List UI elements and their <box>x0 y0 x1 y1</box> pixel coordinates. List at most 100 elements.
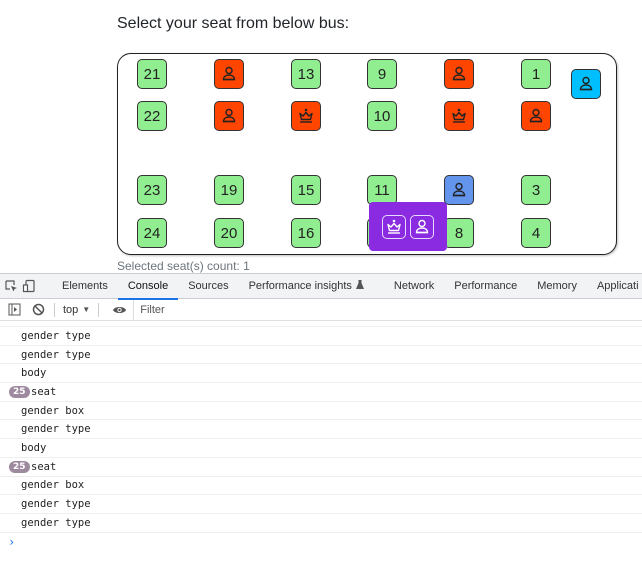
console-line: gender type <box>0 327 642 346</box>
bus-layout: 21222324192013151691011128134 <box>117 53 617 255</box>
console-message: gender type <box>21 329 91 342</box>
devtools-tab-performance[interactable]: Performance <box>444 274 527 299</box>
devtools-tab-applicati[interactable]: Applicati <box>587 274 642 299</box>
console-line: gender type <box>0 514 642 533</box>
seat-16[interactable]: 16 <box>291 218 321 248</box>
live-expression-eye-icon[interactable] <box>109 300 129 320</box>
console-message: seat <box>31 460 57 473</box>
devtools-panel: Elements Console Sources Performance insigh… <box>0 273 642 561</box>
clear-console-icon[interactable] <box>28 300 48 320</box>
experiment-flask-icon <box>355 279 364 292</box>
tab-label: Elements <box>62 279 108 292</box>
sidebar-toggle-icon[interactable] <box>4 300 24 320</box>
devtools-tab-sources[interactable]: Sources <box>178 274 238 299</box>
devtools-tab-memory[interactable]: Memory <box>527 274 587 299</box>
seat-15[interactable]: 15 <box>291 175 321 205</box>
seat-booked-4-top1[interactable] <box>444 101 474 131</box>
context-selector[interactable]: top ▼ <box>61 304 92 316</box>
console-message: gender type <box>21 423 91 436</box>
page-title: Select your seat from below bus: <box>117 15 350 32</box>
console-message: seat <box>31 385 57 398</box>
console-prompt-input[interactable]: › <box>0 533 642 551</box>
console-message: body <box>21 441 47 454</box>
female-crown-icon <box>385 218 403 236</box>
page: Select your seat from below bus: 21 22 23 2… <box>0 0 642 273</box>
male-person-icon <box>220 65 238 83</box>
console-line: gender type <box>0 346 642 365</box>
seat-4[interactable]: 4 <box>521 218 551 248</box>
seat-booked-4-top0[interactable] <box>444 59 474 89</box>
male-person-icon <box>450 181 468 199</box>
tab-label: Applicati <box>596 279 639 292</box>
repeat-count-badge: 25 <box>9 385 30 398</box>
tab-label: Sources <box>188 279 229 292</box>
seat-number: 11 <box>374 181 390 199</box>
console-line: body <box>0 364 642 384</box>
console-output: gender type gender type body 25 seat gender b… <box>0 321 642 551</box>
male-person-icon <box>450 65 468 83</box>
seat-booked-5-top1[interactable] <box>521 101 551 131</box>
male-person-icon <box>527 107 545 125</box>
female-crown-icon <box>450 107 468 125</box>
seat-21[interactable]: 21 <box>137 59 167 89</box>
console-line: gender type <box>0 495 642 514</box>
devtools-tab-elements[interactable]: Elements <box>52 274 118 299</box>
console-line: gender box <box>0 477 642 496</box>
male-person-icon <box>220 107 238 125</box>
seat-number: 8 <box>454 224 464 242</box>
tab-label: Performance insights <box>248 279 352 292</box>
seat-number: 9 <box>377 65 387 83</box>
console-message: gender type <box>21 498 91 511</box>
gender-option-female[interactable] <box>382 214 406 239</box>
gender-popup <box>369 202 447 251</box>
seat-24[interactable]: 24 <box>137 218 167 248</box>
seat-booked-1-top1[interactable] <box>214 101 244 131</box>
console-line: gender type <box>0 420 642 440</box>
driver-seat <box>571 69 601 99</box>
seat-booked-1-top0[interactable] <box>214 59 244 89</box>
console-line: gender box <box>0 402 642 421</box>
devtools-tab-performance-insights[interactable]: Performance insights <box>239 274 374 299</box>
console-message: gender type <box>21 516 91 529</box>
seat-number: 10 <box>373 107 391 125</box>
seat-13[interactable]: 13 <box>291 59 321 89</box>
seat-number: 22 <box>143 107 161 125</box>
console-message: gender box <box>21 479 85 492</box>
seat-9[interactable]: 9 <box>367 59 397 89</box>
device-toolbar-icon[interactable] <box>22 276 36 296</box>
divider <box>54 302 55 317</box>
console-message: gender type <box>21 348 91 361</box>
context-label: top <box>63 303 79 316</box>
console-toolbar: top ▼ Filter <box>0 299 642 321</box>
seat-23[interactable]: 23 <box>137 175 167 205</box>
filter-input[interactable]: Filter <box>133 299 642 320</box>
console-message: body <box>21 367 47 380</box>
selected-count: Selected seat(s) count: 1 <box>117 259 250 273</box>
seat-11[interactable]: 11 <box>367 175 397 205</box>
tab-label: Memory <box>537 279 577 292</box>
console-line: 25 seat <box>0 383 642 402</box>
divider <box>98 302 100 317</box>
gender-option-male[interactable] <box>410 214 434 239</box>
seat-20[interactable]: 20 <box>214 218 244 248</box>
seat-number: 20 <box>220 224 238 242</box>
seat-19[interactable]: 19 <box>214 175 244 205</box>
male-person-icon <box>413 218 431 236</box>
seat-1[interactable]: 1 <box>521 59 551 89</box>
seat-22[interactable]: 22 <box>137 101 167 131</box>
tab-label: Network <box>393 279 435 292</box>
console-line: body <box>0 439 642 458</box>
seat-number: 21 <box>143 65 161 83</box>
seat-selected-4-bottom0[interactable] <box>444 175 474 205</box>
dropdown-arrow-icon: ▼ <box>82 305 91 314</box>
seat-number: 15 <box>297 181 315 199</box>
seat-10[interactable]: 10 <box>367 101 397 131</box>
devtools-tab-network[interactable]: Network <box>384 274 444 299</box>
devtools-tab-console[interactable]: Console <box>117 274 179 300</box>
seat-number: 1 <box>531 65 541 83</box>
seat-8[interactable]: 8 <box>444 218 474 248</box>
tab-label: Performance <box>454 279 518 292</box>
seat-booked-2-top1[interactable] <box>291 101 321 131</box>
seat-3[interactable]: 3 <box>521 175 551 205</box>
inspect-element-icon[interactable] <box>4 276 18 296</box>
